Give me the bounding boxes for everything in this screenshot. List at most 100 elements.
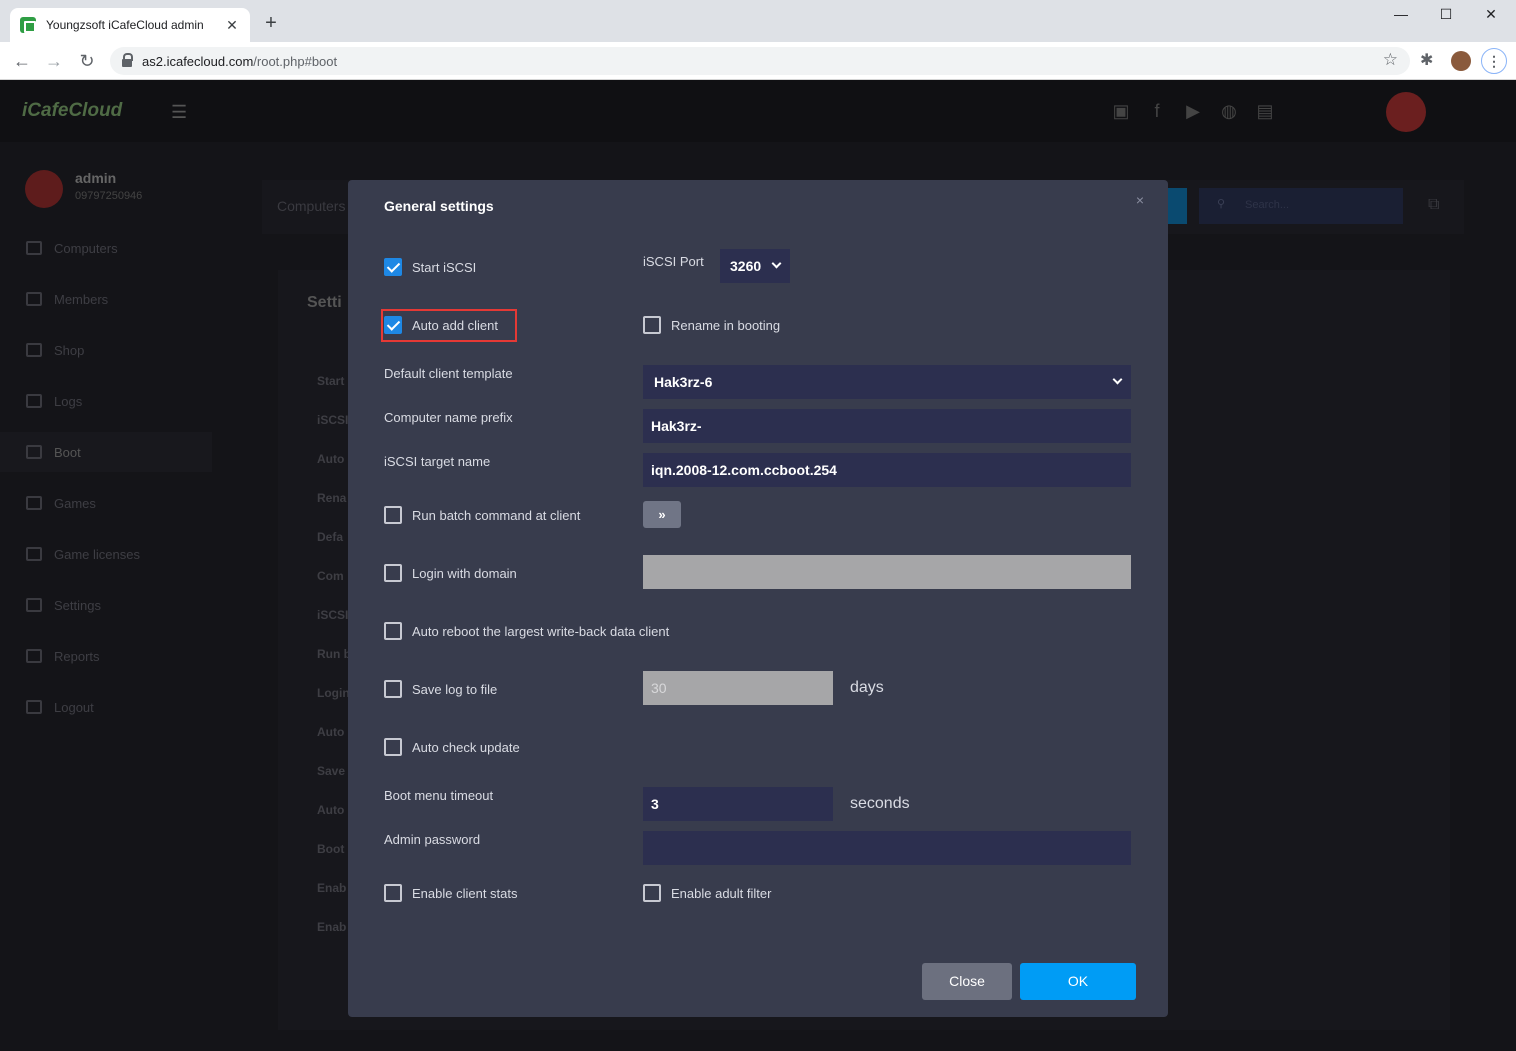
profile-avatar[interactable] (1451, 51, 1471, 71)
sidebar-item-settings[interactable]: Settings (0, 585, 212, 625)
auto-reboot-checkbox[interactable] (384, 622, 402, 640)
facebook-icon[interactable]: f (1146, 100, 1168, 122)
reload-icon[interactable]: ↻ (75, 50, 99, 72)
logout-icon (26, 700, 42, 714)
rename-in-booting-checkbox[interactable] (643, 316, 661, 334)
auto-add-client-checkbox[interactable] (384, 316, 402, 334)
search-input[interactable]: ⚲ Search... (1199, 188, 1403, 224)
boot-menu-timeout-label: Boot menu timeout (384, 788, 494, 803)
sidebar-item-boot[interactable]: Boot (0, 432, 212, 472)
settings-row-label: Login (317, 686, 350, 700)
globe-icon[interactable]: ◍ (1218, 100, 1240, 122)
sidebar-item-label: Boot (54, 444, 81, 460)
enable-adult-filter-checkbox[interactable] (643, 884, 661, 902)
start-iscsi-checkbox[interactable] (384, 258, 402, 276)
back-icon[interactable]: ← (10, 50, 34, 72)
url-input[interactable]: as2.icafecloud.com/root.php#boot ☆ (110, 47, 1410, 75)
start-iscsi-label: Start iSCSI (412, 260, 477, 275)
breadcrumb[interactable]: Computers (277, 198, 345, 214)
admin-password-input[interactable] (643, 831, 1131, 865)
cloud-button[interactable] (1167, 188, 1187, 224)
extensions-icon[interactable]: ✱ (1420, 50, 1433, 70)
bookmark-star-icon[interactable]: ☆ (1383, 50, 1398, 70)
sidebar-item-games[interactable]: Games (0, 483, 212, 523)
login-with-domain-label: Login with domain (412, 566, 517, 581)
sidebar-item-label: Settings (54, 597, 101, 613)
iscsi-target-name-label: iSCSI target name (384, 454, 491, 469)
badge-icon (26, 547, 42, 561)
computer-name-prefix-input[interactable]: Hak3rz- (643, 409, 1131, 443)
tab-close-icon[interactable]: ✕ (224, 17, 240, 34)
iscsi-target-name-input[interactable]: iqn.2008-12.com.ccboot.254 (643, 453, 1131, 487)
reports-icon (26, 649, 42, 663)
url-path: /root.php#boot (253, 53, 338, 69)
rename-in-booting-label: Rename in booting (671, 318, 781, 333)
sidebar-item-logout[interactable]: Logout (0, 687, 212, 727)
address-bar-row: ← → ↻ as2.icafecloud.com/root.php#boot ☆ (0, 42, 1516, 80)
general-settings-dialog: General settings × Start iSCSI iSCSI Por… (348, 180, 1168, 1017)
sidebar-item-logs[interactable]: Logs (0, 381, 212, 421)
iscsi-port-select[interactable]: 3260 (720, 249, 790, 283)
seconds-unit-label: seconds (850, 795, 910, 812)
settings-row-label: Start (317, 374, 345, 388)
tab-title: Youngzsoft iCafeCloud admin (46, 18, 204, 32)
sidebar-item-label: Shop (54, 342, 85, 358)
browser-tab[interactable]: Youngzsoft iCafeCloud admin ✕ (10, 8, 250, 42)
header-avatar[interactable] (1386, 92, 1426, 132)
run-batch-command-button[interactable]: » (643, 501, 681, 528)
login-with-domain-checkbox[interactable] (384, 564, 402, 582)
users-icon (26, 292, 42, 306)
user-avatar (25, 170, 63, 208)
app-header: iCafeCloud ☰ ▣ f ▶ ◍ ▤ (0, 80, 1516, 142)
discord-icon[interactable]: ▣ (1110, 100, 1132, 122)
run-batch-command-label: Run batch command at client (412, 508, 581, 523)
sidebar-item-computers[interactable]: Computers (0, 228, 212, 268)
settings-row-label: iSCSI (317, 608, 349, 622)
domain-input[interactable] (643, 555, 1131, 589)
settings-title: Setti (307, 294, 342, 311)
browser-menu-icon[interactable]: ⋮ (1481, 48, 1507, 74)
dialog-close-icon[interactable]: × (1136, 192, 1144, 208)
auto-check-update-label: Auto check update (412, 740, 520, 755)
settings-row-label: Enab (317, 920, 347, 934)
book-icon[interactable]: ▤ (1254, 100, 1276, 122)
new-tab-button[interactable]: + (260, 12, 282, 34)
run-batch-command-checkbox[interactable] (384, 506, 402, 524)
sidebar-item-shop[interactable]: Shop (0, 330, 212, 370)
url-host: as2.icafecloud.com (142, 53, 254, 69)
chevron-down-icon (771, 258, 782, 269)
settings-row-label: Rena (317, 491, 347, 505)
enable-adult-filter-label: Enable adult filter (671, 886, 772, 901)
ok-button[interactable]: OK (1020, 963, 1136, 1000)
search-placeholder: Search... (1245, 199, 1290, 211)
boot-menu-timeout-input[interactable]: 3 (643, 787, 833, 821)
sidebar-item-label: Games (54, 495, 96, 511)
youtube-icon[interactable]: ▶ (1182, 100, 1204, 122)
maximize-button[interactable]: ☐ (1431, 6, 1461, 23)
sidebar-item-members[interactable]: Members (0, 279, 212, 319)
days-unit-label: days (850, 679, 884, 696)
iscsi-port-label: iSCSI Port (643, 254, 704, 269)
close-button[interactable]: Close (922, 963, 1012, 1000)
save-log-days-input[interactable]: 30 (643, 671, 833, 705)
network-icon[interactable]: ⧉ (1428, 196, 1439, 214)
save-log-checkbox[interactable] (384, 680, 402, 698)
icafecloud-favicon-icon (20, 17, 36, 33)
default-client-template-select[interactable]: Hak3rz-6 (643, 365, 1131, 399)
app-logo: iCafeCloud (22, 100, 123, 121)
forward-icon[interactable]: → (42, 50, 66, 72)
sidebar-item-game-licenses[interactable]: Game licenses (0, 534, 212, 574)
settings-row-label: Auto (317, 803, 345, 817)
window-close-button[interactable]: ✕ (1476, 6, 1506, 23)
enable-client-stats-checkbox[interactable] (384, 884, 402, 902)
sidebar-item-label: Game licenses (54, 546, 140, 562)
sidebar-item-label: Logout (54, 699, 94, 715)
settings-row-label: Enab (317, 881, 347, 895)
hamburger-menu-icon[interactable]: ☰ (171, 102, 187, 123)
minimize-button[interactable]: — (1386, 6, 1416, 22)
settings-row-label: Com (317, 569, 344, 583)
sidebar-item-reports[interactable]: Reports (0, 636, 212, 676)
auto-check-update-checkbox[interactable] (384, 738, 402, 756)
settings-row-label: iSCSI (317, 413, 349, 427)
admin-password-label: Admin password (384, 832, 481, 847)
